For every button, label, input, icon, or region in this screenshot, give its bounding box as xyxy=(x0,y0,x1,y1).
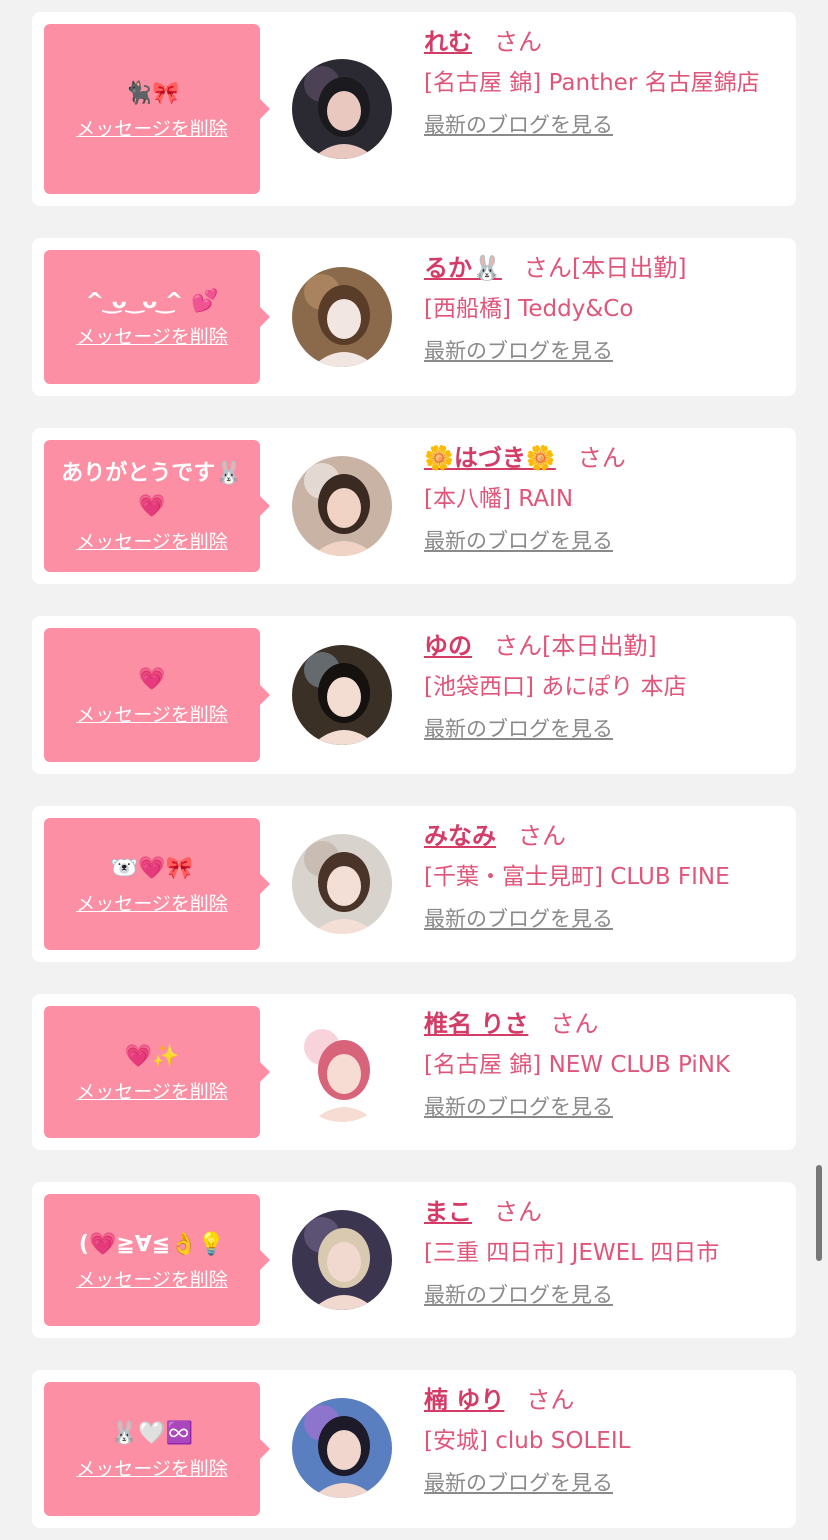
name-line: 楠 ゆり さん xyxy=(424,1384,780,1416)
cast-info: るか🐰 さん[本日出勤] [西船橋] Teddy&Co 最新のブログを見る xyxy=(424,252,780,366)
delete-message-link[interactable]: メッセージを削除 xyxy=(76,1079,228,1105)
scrollbar[interactable] xyxy=(816,1165,822,1261)
name-line: るか🐰 さん[本日出勤] xyxy=(424,252,780,284)
avatar[interactable] xyxy=(292,834,392,934)
message-bubble: (💗≧∀≦👌💡 メッセージを削除 xyxy=(44,1194,270,1326)
message-text: 🐈‍⬛🎀 xyxy=(124,80,180,106)
shop-name: [池袋西口] あにぽり 本店 xyxy=(424,674,687,700)
avatar[interactable] xyxy=(292,59,392,159)
cast-info: みなみ さん [千葉・富士見町] CLUB FINE 最新のブログを見る xyxy=(424,820,780,934)
delete-message-link[interactable]: メッセージを削除 xyxy=(76,1267,228,1293)
cast-name-link[interactable]: みなみ xyxy=(424,822,496,850)
cast-info: ゆの さん[本日出勤] [池袋西口] あにぽり 本店最新のブログを見る xyxy=(424,630,780,744)
message-text: (💗≧∀≦👌💡 xyxy=(78,1231,226,1257)
cast-name-link[interactable]: れむ xyxy=(424,28,472,56)
cast-info: 楠 ゆり さん [安城] club SOLEIL 最新のブログを見る xyxy=(424,1384,780,1498)
message-text: 🐰🤍♾️ xyxy=(110,1420,194,1446)
honorific-suffix: さん xyxy=(550,1010,599,1038)
message-text: ありがとうです🐰💗 xyxy=(61,461,243,519)
message-card: ^ ͜ᴗ ͜ ᴗ ͜^ 💕 メッセージを削除 るか🐰 さん[本日出勤] [西船橋] Te… xyxy=(32,238,796,396)
cast-info: 椎名 りさ さん [名古屋 錦] NEW CLUB PiNK 最新のブログを見る xyxy=(424,1008,780,1122)
avatar[interactable] xyxy=(292,1022,392,1122)
message-card: (💗≧∀≦👌💡 メッセージを削除 まこ さん [三重 四日市] JEWEL 四日市最新の… xyxy=(32,1182,796,1338)
shop-name: [千葉・富士見町] CLUB FINE xyxy=(424,864,730,890)
message-text: ^ ͜ᴗ ͜ ᴗ ͜^ 💕 xyxy=(85,288,219,314)
cast-info: まこ さん [三重 四日市] JEWEL 四日市最新のブログを見る xyxy=(424,1196,780,1310)
latest-blog-link[interactable]: 最新のブログを見る xyxy=(424,110,613,140)
shop-name: [本八幡] RAIN xyxy=(424,486,574,512)
honorific-suffix: さん[本日出勤] xyxy=(494,632,657,660)
shop-name: [三重 四日市] JEWEL 四日市 xyxy=(424,1240,720,1266)
latest-blog-link[interactable]: 最新のブログを見る xyxy=(424,1280,613,1310)
delete-message-link[interactable]: メッセージを削除 xyxy=(76,529,228,555)
honorific-suffix: さん xyxy=(577,444,626,472)
message-text: 💗✨ xyxy=(124,1043,180,1069)
name-line: みなみ さん xyxy=(424,820,780,852)
message-card: 💗 メッセージを削除 ゆの さん[本日出勤] [池袋西口] あにぽり 本店最新のブログを… xyxy=(32,616,796,774)
message-bubble: 🐰🤍♾️ メッセージを削除 xyxy=(44,1382,270,1516)
cast-info: 🌼はづき🌼 さん [本八幡] RAIN 最新のブログを見る xyxy=(424,442,780,556)
message-text: 🐻‍❄️💗🎀 xyxy=(110,855,194,881)
cast-name-link[interactable]: 楠 ゆり xyxy=(424,1386,504,1414)
message-card: 🐻‍❄️💗🎀 メッセージを削除 みなみ さん [千葉・富士見町] CLUB FINE 最新… xyxy=(32,806,796,962)
delete-message-link[interactable]: メッセージを削除 xyxy=(76,324,228,350)
avatar[interactable] xyxy=(292,1398,392,1498)
avatar[interactable] xyxy=(292,1210,392,1310)
message-bubble: ありがとうです🐰💗 メッセージを削除 xyxy=(44,440,270,572)
message-bubble: 🐻‍❄️💗🎀 メッセージを削除 xyxy=(44,818,270,950)
cast-name-link[interactable]: 🌼はづき🌼 xyxy=(424,444,556,472)
latest-blog-link[interactable]: 最新のブログを見る xyxy=(424,1092,613,1122)
latest-blog-link[interactable]: 最新のブログを見る xyxy=(424,904,613,934)
honorific-suffix: さん xyxy=(494,1198,542,1226)
name-line: れむ さん xyxy=(424,26,780,58)
delete-message-link[interactable]: メッセージを削除 xyxy=(76,1456,228,1482)
delete-message-link[interactable]: メッセージを削除 xyxy=(76,891,228,917)
latest-blog-link[interactable]: 最新のブログを見る xyxy=(424,526,613,556)
message-card: 💗✨ メッセージを削除 椎名 りさ さん [名古屋 錦] NEW CLUB PiNK 最新… xyxy=(32,994,796,1150)
cast-name-link[interactable]: 椎名 りさ xyxy=(424,1010,528,1038)
shop-name: [名古屋 錦] Panther 名古屋錦店 xyxy=(424,70,760,96)
honorific-suffix: さん xyxy=(526,1386,575,1414)
avatar[interactable] xyxy=(292,267,392,367)
avatar[interactable] xyxy=(292,645,392,745)
honorific-suffix: さん[本日出勤] xyxy=(523,254,687,282)
message-card: ありがとうです🐰💗 メッセージを削除 🌼はづき🌼 さん [本八幡] RAIN 最新のブログ… xyxy=(32,428,796,584)
name-line: ゆの さん[本日出勤] xyxy=(424,630,780,662)
shop-name: [名古屋 錦] NEW CLUB PiNK xyxy=(424,1052,731,1078)
latest-blog-link[interactable]: 最新のブログを見る xyxy=(424,714,613,744)
shop-name: [西船橋] Teddy&Co xyxy=(424,296,634,322)
name-line: 椎名 りさ さん xyxy=(424,1008,780,1040)
honorific-suffix: さん xyxy=(494,28,542,56)
avatar[interactable] xyxy=(292,456,392,556)
latest-blog-link[interactable]: 最新のブログを見る xyxy=(424,1468,613,1498)
message-text: 💗 xyxy=(138,666,166,692)
message-bubble: 💗✨ メッセージを削除 xyxy=(44,1006,270,1138)
cast-name-link[interactable]: るか🐰 xyxy=(424,254,502,282)
message-card: 🐈‍⬛🎀 メッセージを削除 れむ さん [名古屋 錦] Panther 名古屋錦店最新の… xyxy=(32,12,796,206)
honorific-suffix: さん xyxy=(518,822,566,850)
name-line: 🌼はづき🌼 さん xyxy=(424,442,780,474)
name-line: まこ さん xyxy=(424,1196,780,1228)
cast-name-link[interactable]: まこ xyxy=(424,1198,472,1226)
cast-name-link[interactable]: ゆの xyxy=(424,632,472,660)
cast-info: れむ さん [名古屋 錦] Panther 名古屋錦店最新のブログを見る xyxy=(424,26,780,140)
message-card: 🐰🤍♾️ メッセージを削除 楠 ゆり さん [安城] club SOLEIL 最新のブログ… xyxy=(32,1370,796,1528)
message-bubble: ^ ͜ᴗ ͜ ᴗ ͜^ 💕 メッセージを削除 xyxy=(44,250,270,384)
shop-name: [安城] club SOLEIL xyxy=(424,1428,631,1454)
message-bubble: 🐈‍⬛🎀 メッセージを削除 xyxy=(44,24,270,194)
delete-message-link[interactable]: メッセージを削除 xyxy=(76,702,228,728)
delete-message-link[interactable]: メッセージを削除 xyxy=(76,116,228,142)
message-bubble: 💗 メッセージを削除 xyxy=(44,628,270,762)
latest-blog-link[interactable]: 最新のブログを見る xyxy=(424,336,613,366)
